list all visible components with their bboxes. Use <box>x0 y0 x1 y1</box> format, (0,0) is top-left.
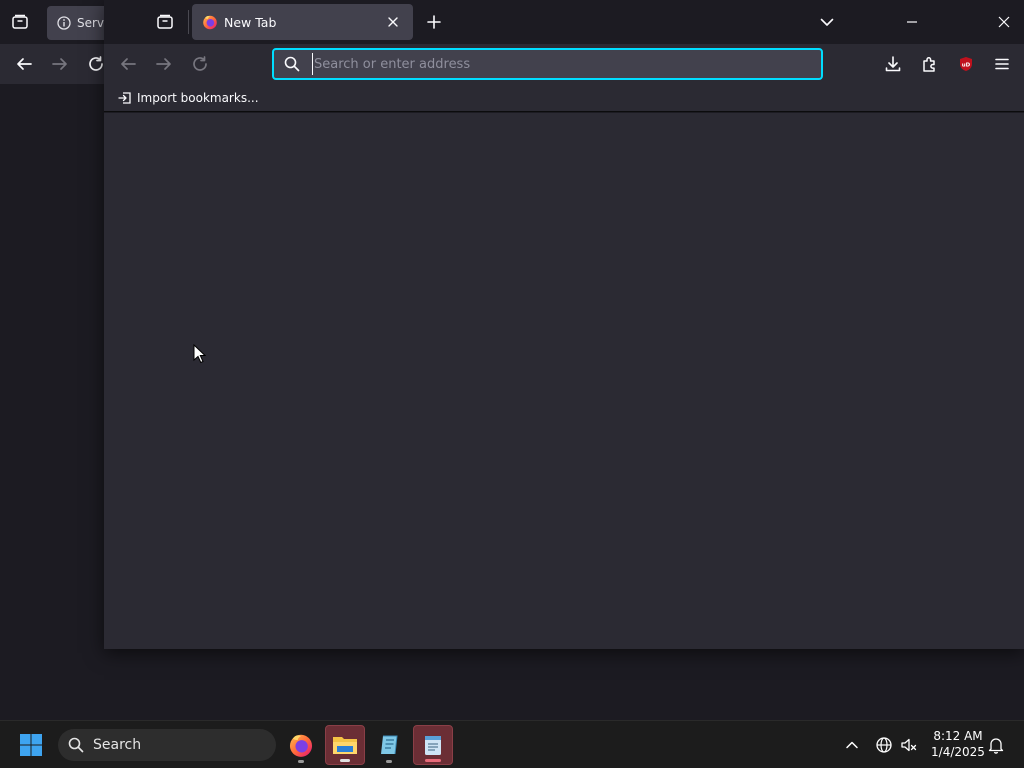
svg-text:uD: uD <box>962 63 971 69</box>
background-tab-overview-button[interactable] <box>4 6 36 38</box>
back-button[interactable] <box>112 48 144 80</box>
taskbar: Search 8:12 AM 1/4/2025 <box>0 720 1024 768</box>
tab-overview-icon <box>11 13 29 31</box>
tab-title: New Tab <box>224 14 277 30</box>
search-icon <box>68 737 84 753</box>
puzzle-piece-icon <box>921 55 939 73</box>
chevron-up-icon <box>845 738 859 752</box>
downloads-button[interactable] <box>877 48 909 80</box>
taskbar-notepad[interactable] <box>413 725 453 765</box>
editor-icon <box>377 733 401 757</box>
running-indicator <box>340 759 350 762</box>
ublock-origin-button[interactable]: uD <box>950 48 982 80</box>
running-indicator <box>298 760 304 763</box>
address-input[interactable] <box>312 53 821 75</box>
mouse-cursor-icon <box>193 344 206 364</box>
notepad-icon <box>423 733 443 757</box>
plus-icon <box>427 15 441 29</box>
notifications-button[interactable] <box>980 729 1012 761</box>
background-back-button[interactable] <box>8 48 40 80</box>
close-window-button[interactable] <box>984 6 1024 38</box>
minimize-window-button[interactable] <box>892 6 932 38</box>
taskbar-search-label: Search <box>93 737 142 753</box>
forward-arrow-icon <box>51 55 69 73</box>
start-button[interactable] <box>12 727 50 763</box>
minimize-icon <box>906 16 918 28</box>
tab-overview-button[interactable] <box>149 6 181 38</box>
firefox-icon <box>202 14 218 30</box>
close-icon <box>388 17 398 27</box>
reload-icon <box>87 55 105 73</box>
forward-arrow-icon <box>155 55 173 73</box>
running-indicator <box>425 759 441 762</box>
show-hidden-icons-button[interactable] <box>836 729 868 761</box>
address-bar[interactable] <box>272 48 823 80</box>
foreground-browser-window: New Tab Search or enter address uD Impor… <box>104 0 1024 649</box>
background-page-content <box>0 84 104 720</box>
background-forward-button[interactable] <box>44 48 76 80</box>
reload-icon <box>191 55 209 73</box>
close-icon <box>998 16 1010 28</box>
back-arrow-icon <box>15 55 33 73</box>
speaker-muted-icon <box>900 736 918 754</box>
search-icon <box>284 56 300 72</box>
back-arrow-icon <box>119 55 137 73</box>
close-tab-button[interactable] <box>383 12 403 32</box>
forward-button[interactable] <box>148 48 180 80</box>
firefox-icon <box>288 732 314 758</box>
windows-logo-icon <box>19 733 43 757</box>
application-menu-button[interactable] <box>986 48 1018 80</box>
navigation-toolbar: uD <box>104 44 1024 84</box>
page-content <box>104 113 1024 649</box>
taskbar-file-explorer[interactable] <box>325 725 365 765</box>
list-all-tabs-button[interactable] <box>811 6 843 38</box>
tab-new-tab[interactable]: New Tab <box>192 4 413 40</box>
tab-divider <box>188 10 189 34</box>
info-icon <box>57 16 71 30</box>
reload-button[interactable] <box>184 48 216 80</box>
new-tab-button[interactable] <box>418 6 450 38</box>
taskbar-firefox[interactable] <box>281 725 321 765</box>
chevron-down-icon <box>820 15 834 29</box>
file-explorer-icon <box>332 734 358 756</box>
import-icon <box>118 91 132 105</box>
bookmarks-toolbar: Import bookmarks... <box>104 84 1024 112</box>
download-icon <box>884 55 902 73</box>
globe-icon <box>875 736 893 754</box>
running-indicator <box>386 760 392 763</box>
taskbar-search-box[interactable]: Search <box>58 729 276 761</box>
bell-icon <box>988 736 1004 754</box>
tab-bar: New Tab <box>104 0 1024 44</box>
extensions-button[interactable] <box>914 48 946 80</box>
hamburger-menu-icon <box>994 56 1010 72</box>
import-bookmarks-button[interactable]: Import bookmarks... <box>137 91 259 105</box>
taskbar-editor[interactable] <box>369 725 409 765</box>
tab-overview-icon <box>156 13 174 31</box>
ublock-shield-icon: uD <box>958 56 974 72</box>
